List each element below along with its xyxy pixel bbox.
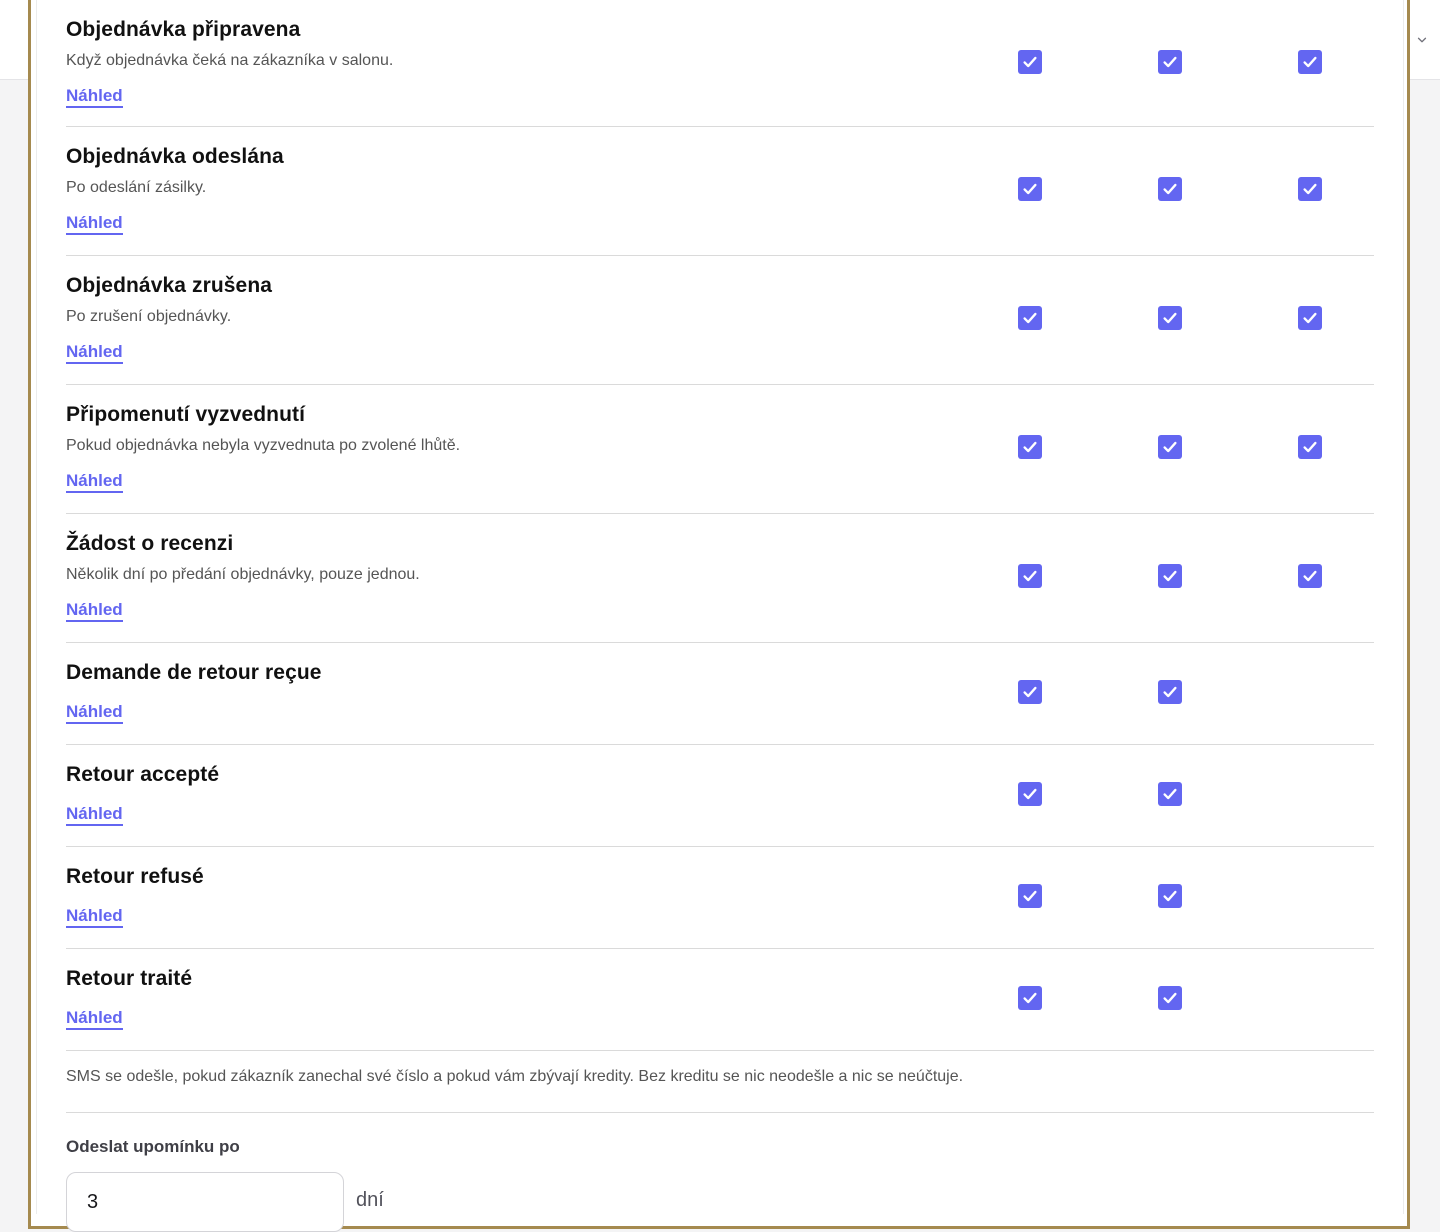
channel-checkbox[interactable] <box>1158 177 1182 201</box>
notification-title: Žádost o recenzi <box>66 532 234 555</box>
notification-list: Objednávka připravena Když objednávka ček… <box>66 0 1374 1051</box>
checkmark-icon <box>1161 989 1179 1007</box>
notification-row: Demande de retour reçue Náhled <box>66 643 1374 745</box>
notification-row: Retour traité Náhled <box>66 949 1374 1051</box>
checkmark-icon <box>1021 785 1039 803</box>
reminder-label: Odeslat upomínku po <box>66 1137 240 1156</box>
channel-checkbox[interactable] <box>1018 884 1042 908</box>
channel-checkbox[interactable] <box>1018 680 1042 704</box>
checkmark-icon <box>1021 887 1039 905</box>
notification-row: Retour accepté Náhled <box>66 745 1374 847</box>
channel-checkbox[interactable] <box>1298 564 1322 588</box>
channel-checkbox[interactable] <box>1018 50 1042 74</box>
channel-checkbox[interactable] <box>1018 306 1042 330</box>
channel-checkbox[interactable] <box>1158 435 1182 459</box>
preview-link[interactable]: Náhled <box>66 86 123 108</box>
reminder-days-input[interactable] <box>66 1172 344 1232</box>
channel-checkbox[interactable] <box>1298 306 1322 330</box>
checkmark-icon <box>1021 683 1039 701</box>
notification-title: Objednávka připravena <box>66 18 301 41</box>
checkmark-icon <box>1301 309 1319 327</box>
checkmark-icon <box>1301 567 1319 585</box>
channel-checkbox[interactable] <box>1158 884 1182 908</box>
checkmark-icon <box>1161 683 1179 701</box>
channel-checkbox[interactable] <box>1018 782 1042 806</box>
channel-checkbox[interactable] <box>1018 435 1042 459</box>
channel-checkbox[interactable] <box>1298 177 1322 201</box>
channel-checkbox[interactable] <box>1018 986 1042 1010</box>
notification-row: Připomenutí vyzvednutí Pokud objednávka n… <box>66 385 1374 514</box>
channel-checkbox[interactable] <box>1018 177 1042 201</box>
notification-description: Když objednávka čeká na zákazníka v salo… <box>66 52 394 69</box>
notification-row: Objednávka zrušena Po zrušení objednávky.… <box>66 256 1374 385</box>
notification-title: Připomenutí vyzvednutí <box>66 403 306 426</box>
preview-link[interactable]: Náhled <box>66 1008 123 1030</box>
checkmark-icon <box>1021 567 1039 585</box>
channel-checkbox[interactable] <box>1158 50 1182 74</box>
checkmark-icon <box>1021 309 1039 327</box>
checkmark-icon <box>1301 438 1319 456</box>
notification-title: Retour accepté <box>66 763 220 786</box>
preview-link[interactable]: Náhled <box>66 342 123 364</box>
channel-checkbox[interactable] <box>1158 564 1182 588</box>
preview-link[interactable]: Náhled <box>66 471 123 493</box>
preview-link[interactable]: Náhled <box>66 804 123 826</box>
divider <box>66 1112 1374 1113</box>
sms-note: SMS se odešle, pokud zákazník zanechal s… <box>66 1068 964 1085</box>
channel-checkbox[interactable] <box>1298 50 1322 74</box>
checkmark-icon <box>1021 53 1039 71</box>
checkmark-icon <box>1021 989 1039 1007</box>
channel-checkbox[interactable] <box>1158 306 1182 330</box>
preview-link[interactable]: Náhled <box>66 702 123 724</box>
checkmark-icon <box>1161 180 1179 198</box>
channel-checkbox[interactable] <box>1298 435 1322 459</box>
checkmark-icon <box>1161 887 1179 905</box>
notification-description: Několik dní po předání objednávky, pouze… <box>66 566 420 583</box>
checkmark-icon <box>1301 53 1319 71</box>
notification-description: Po zrušení objednávky. <box>66 308 232 325</box>
checkmark-icon <box>1301 180 1319 198</box>
preview-link[interactable]: Náhled <box>66 600 123 622</box>
preview-link[interactable]: Náhled <box>66 213 123 235</box>
notification-title: Retour refusé <box>66 865 204 888</box>
preview-link[interactable]: Náhled <box>66 906 123 928</box>
checkmark-icon <box>1161 53 1179 71</box>
checkmark-icon <box>1161 785 1179 803</box>
channel-checkbox[interactable] <box>1158 986 1182 1010</box>
notification-row: Retour refusé Náhled <box>66 847 1374 949</box>
checkmark-icon <box>1021 438 1039 456</box>
notification-title: Objednávka zrušena <box>66 274 273 297</box>
notification-description: Po odeslání zásilky. <box>66 179 207 196</box>
notification-row: Objednávka odeslána Po odeslání zásilky. N… <box>66 127 1374 256</box>
notification-title: Demande de retour reçue <box>66 661 322 684</box>
reminder-unit: dní <box>356 1189 384 1211</box>
checkmark-icon <box>1021 180 1039 198</box>
notification-title: Objednávka odeslána <box>66 145 284 168</box>
notification-row: Objednávka připravena Když objednávka ček… <box>66 0 1374 127</box>
notification-description: Pokud objednávka nebyla vyzvednuta po zv… <box>66 437 461 454</box>
checkmark-icon <box>1161 309 1179 327</box>
notification-title: Retour traité <box>66 967 193 990</box>
checkmark-icon <box>1161 567 1179 585</box>
notification-row: Žádost o recenzi Několik dní po předání o… <box>66 514 1374 643</box>
channel-checkbox[interactable] <box>1158 782 1182 806</box>
channel-checkbox[interactable] <box>1158 680 1182 704</box>
channel-checkbox[interactable] <box>1018 564 1042 588</box>
checkmark-icon <box>1161 438 1179 456</box>
chevron-down-icon[interactable] <box>1412 30 1432 50</box>
